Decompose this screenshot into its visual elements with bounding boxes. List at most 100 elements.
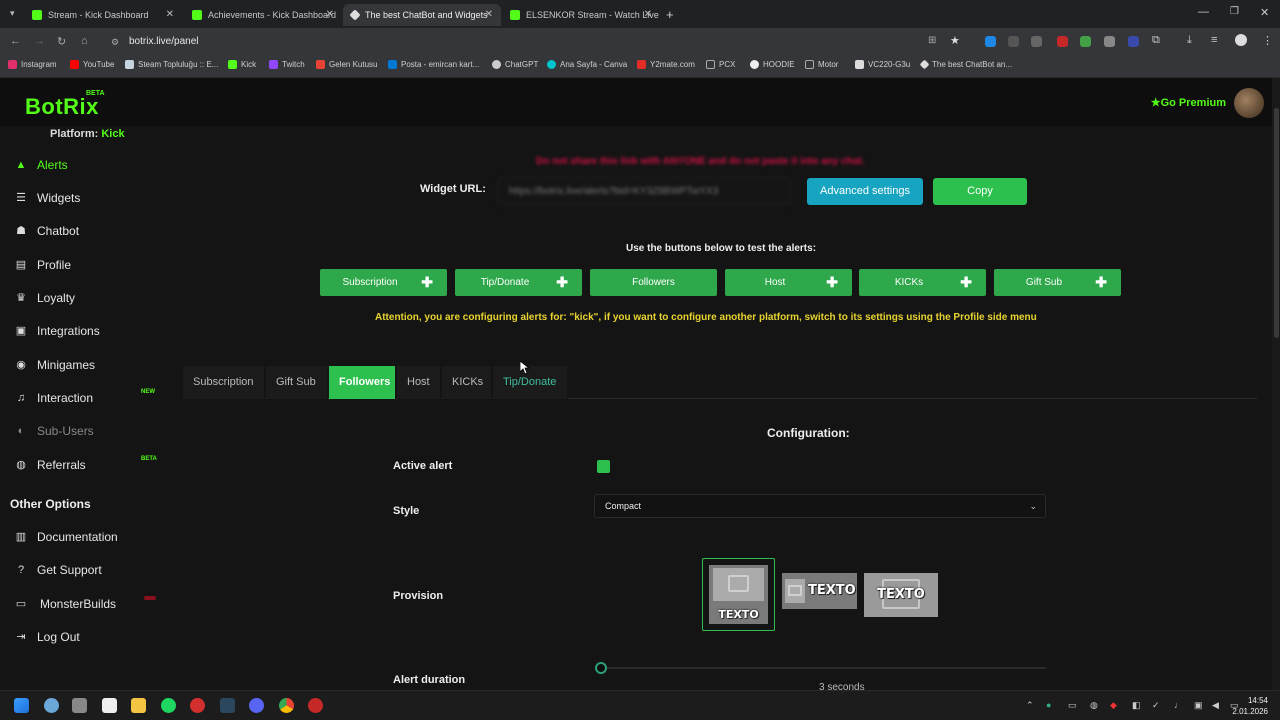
page-scrollbar[interactable] [1272,78,1280,690]
bookmark-botrix[interactable]: The best ChatBot an... [919,59,1012,70]
advanced-settings-button[interactable]: Advanced settings [807,178,923,205]
bookmark-hoodie[interactable]: HOODIE [750,60,795,69]
copy-button[interactable]: Copy [933,178,1027,205]
test-host-button[interactable]: Host ✚ [725,269,852,296]
url-field[interactable]: ⚙ botrix.live/panel [105,33,970,51]
extension-icon[interactable] [1008,36,1019,47]
bookmark-star-icon[interactable]: ★ [950,34,960,47]
botrix-logo[interactable]: BotRix [25,94,99,120]
scrollbar-thumb[interactable] [1274,108,1279,338]
download-icon[interactable]: ⤓ [1187,34,1192,47]
close-window-icon[interactable]: ✕ [1260,6,1269,19]
test-gift-sub-button[interactable]: Gift Sub ✚ [994,269,1121,296]
app-red-icon[interactable] [190,698,205,713]
tab-followers[interactable]: Followers [329,366,396,399]
menu-kebab-icon[interactable]: ⋮ [1262,34,1273,47]
bookmark-steam[interactable]: Steam Topluluğu :: E... [125,60,218,69]
tray-app-icon[interactable]: ✓ [1152,700,1160,711]
extension-icon[interactable] [1128,36,1139,47]
tray-app-icon[interactable]: ◧ [1132,700,1141,711]
widget-url-field[interactable]: https://botrix.live/alerts?bid=KY3Z8BWPT… [498,178,791,205]
tray-app-icon[interactable]: ◆ [1110,700,1117,711]
sidebar-item-widgets[interactable]: ☰ Widgets [14,191,80,205]
windows-start-icon[interactable] [14,698,29,713]
sidebar-item-get-support[interactable]: ? Get Support [14,563,102,577]
slider-handle[interactable] [595,662,607,674]
bookmark-folder-motor[interactable]: Motor [805,60,838,69]
bookmark-chatgpt[interactable]: ChatGPT [492,60,538,69]
close-tab-icon[interactable]: ✕ [485,9,493,20]
settings-gear-icon[interactable] [44,698,59,713]
bookmark-canva[interactable]: Ana Sayfa - Canva [547,60,627,69]
extension-icon[interactable] [1031,36,1042,47]
volume-icon[interactable]: ◀ [1212,700,1219,711]
close-tab-icon[interactable]: ✕ [644,9,652,20]
task-view-icon[interactable] [72,698,87,713]
provision-option-overlay[interactable]: TEXTO [864,573,938,617]
style-select[interactable]: Compact ⌄ [594,494,1046,518]
bookmark-vc220[interactable]: VC220-G3u [855,60,910,69]
alert-duration-slider[interactable] [600,667,1046,669]
close-tab-icon[interactable]: ✕ [166,9,174,20]
notes-app-icon[interactable] [102,698,117,713]
taskbar-clock[interactable]: 14:54 2.01.2026 [1232,695,1268,717]
active-alert-checkbox[interactable] [597,460,610,473]
minimize-icon[interactable]: — [1198,6,1209,18]
sidebar-item-sub-users[interactable]: ◐ Sub-Users [14,424,94,438]
tray-app-icon[interactable]: ▭ [1068,700,1077,711]
test-tip-donate-button[interactable]: Tip/Donate ✚ [455,269,582,296]
extension-icon[interactable] [985,36,996,47]
test-kicks-button[interactable]: KICKs ✚ [859,269,986,296]
bookmark-outlook[interactable]: Posta - emircan kart... [388,60,479,69]
user-avatar[interactable] [1234,88,1264,118]
bookmark-y2mate[interactable]: Y2mate.com [637,60,695,69]
tab-search-icon[interactable]: ▾ [10,8,15,19]
reload-icon[interactable]: ↻ [57,35,66,48]
discord-icon[interactable] [249,698,264,713]
extensions-puzzle-icon[interactable]: ⧉ [1152,34,1160,47]
provision-option-inline[interactable]: TEXTO [782,573,857,609]
sidebar-item-interaction[interactable]: ♫ Interaction [14,391,93,405]
test-subscription-button[interactable]: Subscription ✚ [320,269,447,296]
bookmark-folder-pcx[interactable]: PCX [706,60,735,69]
sidebar-item-loyalty[interactable]: ♛ Loyalty [14,291,75,305]
extension-icon[interactable] [1080,36,1091,47]
extension-icon[interactable] [1104,36,1115,47]
network-icon[interactable]: ▣ [1194,700,1203,711]
sidebar-item-alerts[interactable]: ▲ Alerts [14,158,68,172]
tab-kicks[interactable]: KICKs [442,366,492,399]
new-tab-button[interactable]: + [666,7,674,22]
bookmark-kick[interactable]: Kick [228,60,256,69]
microphone-icon[interactable]: ♩ [1174,700,1183,710]
browser-tab-achievements[interactable]: Achievements - Kick Dashboard ✕ [184,4,342,26]
bookmark-youtube[interactable]: YouTube [70,60,114,69]
sidebar-item-integrations[interactable]: ▣ Integrations [14,324,100,338]
bookmark-twitch[interactable]: Twitch [269,60,305,69]
sidebar-item-profile[interactable]: ▤ Profile [14,258,71,272]
media-icon[interactable]: ≡ [1211,34,1217,46]
sidebar-item-monsterbuilds[interactable]: ▭ MonsterBuilds [14,597,116,611]
browser-tab-botrix[interactable]: The best ChatBot and Widgets ✕ [343,4,501,26]
tab-tip-donate[interactable]: Tip/Donate [493,366,568,399]
tray-overflow-icon[interactable]: ⌃ [1026,700,1034,711]
sidebar-item-chatbot[interactable]: ☗ Chatbot [14,224,79,238]
spotify-icon[interactable] [161,698,176,713]
forward-icon[interactable]: → [34,35,45,47]
back-icon[interactable]: ← [10,35,21,47]
sidebar-item-referrals[interactable]: ◍ Referrals [14,458,86,472]
sidebar-item-log-out[interactable]: ⇥ Log Out [14,630,79,644]
site-info-icon[interactable]: ⚙ [111,33,119,51]
tab-gift-sub[interactable]: Gift Sub [266,366,328,399]
translate-icon[interactable]: ⊞ [928,35,936,46]
tray-app-icon[interactable]: ● [1046,700,1051,710]
bookmark-gmail[interactable]: Gelen Kutusu [316,60,377,69]
browser-tab-elsenkor[interactable]: ELSENKOR Stream - Watch Live ✕ [502,4,660,26]
provision-option-vertical[interactable]: TEXTO [702,558,775,631]
maximize-icon[interactable]: ❐ [1230,6,1239,17]
home-icon[interactable]: ⌂ [81,35,88,47]
steam-taskbar-icon[interactable] [220,698,235,713]
chrome-icon[interactable] [279,698,294,713]
file-explorer-icon[interactable] [131,698,146,713]
profile-icon[interactable] [1235,34,1247,46]
tray-steam-icon[interactable]: ◍ [1090,700,1098,711]
